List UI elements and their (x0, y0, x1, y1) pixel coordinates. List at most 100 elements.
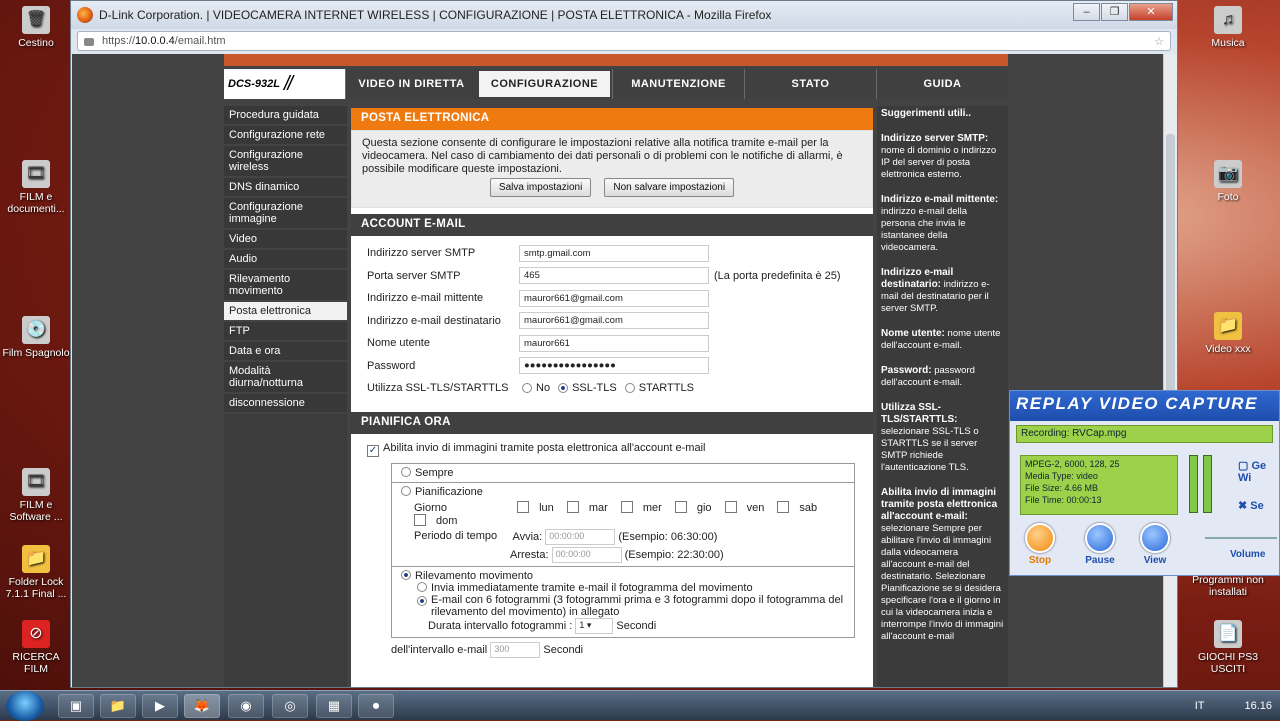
day-sab-checkbox[interactable] (777, 500, 790, 513)
send-immediately-radio[interactable] (417, 581, 427, 592)
email-interval-input[interactable]: 300 (490, 641, 541, 658)
desktop-icon-cestino[interactable]: 🗑 Cestino (0, 6, 72, 49)
taskbar-show-desktop-icon[interactable]: ▣ (58, 694, 94, 718)
recipient-email-label: Indirizzo e-mail destinatario (367, 314, 501, 327)
smtp-port-label: Porta server SMTP (367, 269, 461, 282)
tab-video-in-diretta[interactable]: VIDEO IN DIRETTA (345, 69, 477, 99)
file-icon: 📄 (1214, 620, 1242, 648)
hints-panel: Suggerimenti utili.. Indirizzo server SM… (877, 106, 1008, 687)
bookmark-star-icon[interactable]: ☆ (1154, 35, 1164, 48)
rvc-settings-window[interactable]: ▢ Ge Wi (1238, 459, 1279, 484)
sidebar-item-posta-elettronica[interactable]: Posta elettronica (224, 302, 347, 322)
desktop-icon-musica[interactable]: ♫ Musica (1192, 6, 1264, 49)
ssl-label: Utilizza SSL-TLS/STARTTLS (367, 382, 509, 395)
vertical-scrollbar[interactable] (1163, 54, 1177, 687)
tab-configurazione[interactable]: CONFIGURAZIONE (477, 69, 612, 99)
sender-email-input[interactable]: mauror661@gmail.com (519, 289, 709, 307)
day-ven-checkbox[interactable] (724, 500, 737, 513)
enable-email-label: Abilita invio di immagini tramite posta … (383, 441, 706, 454)
audio-meter-right (1203, 455, 1212, 513)
folder-icon: 📁 (1214, 312, 1242, 340)
sidebar-item-ftp[interactable]: FTP (224, 322, 347, 342)
volume-label: Volume (1230, 549, 1266, 560)
motion-radio[interactable] (401, 569, 411, 580)
intro-text: Questa sezione consente di configurare l… (362, 137, 843, 175)
day-dom-checkbox[interactable] (414, 513, 426, 526)
minimize-button[interactable]: – (1073, 3, 1100, 21)
day-mer-checkbox[interactable] (620, 500, 633, 513)
desktop-icon-programmi[interactable]: Programmi non installati (1180, 574, 1276, 598)
sidebar-item-configurazione-immagine[interactable]: Configurazione immagine (224, 198, 347, 230)
day-gio-checkbox[interactable] (674, 500, 687, 513)
taskbar-firefox-icon[interactable]: 🦊 (184, 694, 220, 718)
sidebar-item-disconnessione[interactable]: disconnessione (224, 394, 347, 414)
stop-time-input[interactable]: 00:00:00 (551, 546, 622, 563)
enable-email-checkbox[interactable]: ✓ (367, 444, 379, 457)
rvc-stop-button[interactable]: Stop (1020, 523, 1060, 566)
day-lun-checkbox[interactable] (517, 500, 530, 513)
taskbar-chrome-icon[interactable]: ◉ (228, 694, 264, 718)
sidebar-item-rilevamento-movimento[interactable]: Rilevamento movimento (224, 270, 347, 302)
navigation-bar: https://10.0.0.4/email.htm ☆ (71, 29, 1177, 53)
desktop-icon-film-documenti[interactable]: 🎞 FILM e documenti... (0, 160, 72, 215)
rvc-pause-button[interactable]: Pause (1080, 523, 1120, 566)
sidebar-item-data-ora[interactable]: Data e ora (224, 342, 347, 362)
sidebar-item-video[interactable]: Video (224, 230, 347, 250)
smtp-port-input[interactable]: 465 (519, 267, 709, 285)
save-settings-button[interactable]: Salva impostazioni (489, 178, 592, 197)
tab-guida[interactable]: GUIDA (876, 69, 1008, 99)
volume-slider[interactable] (1205, 537, 1277, 539)
desktop-icon-folder-lock[interactable]: 📁 Folder Lock 7.1.1 Final ... (0, 545, 72, 600)
clock[interactable]: 16.16 (1244, 700, 1272, 712)
sempre-radio[interactable] (401, 466, 411, 477)
password-input[interactable]: ●●●●●●●●●●●●●●●● (519, 357, 709, 375)
sidebar-item-modalita-diurna-notturna[interactable]: Modalità diurna/notturna (224, 362, 347, 394)
tab-manutenzione[interactable]: MANUTENZIONE (612, 69, 744, 99)
desktop-icon-giochi-ps3[interactable]: 📄 GIOCHI PS3 USCITI (1192, 620, 1264, 675)
day-mar-checkbox[interactable] (566, 500, 579, 513)
taskbar-media-player-icon[interactable]: ▶ (142, 694, 178, 718)
taskbar-explorer-icon[interactable]: 📁 (100, 694, 136, 718)
section-title-posta-elettronica: POSTA ELETTRONICA (351, 108, 873, 130)
brand-strip (224, 54, 1008, 66)
ssl-no-radio[interactable] (522, 383, 532, 394)
rvc-settings[interactable]: ✖ Se (1238, 499, 1264, 512)
product-logo: DCS-932L// (224, 69, 345, 99)
dont-save-settings-button[interactable]: Non salvare impostazioni (604, 178, 735, 197)
desktop-icon-film-software[interactable]: 🎞 FILM e Software ... (0, 468, 72, 523)
sender-email-label: Indirizzo e-mail mittente (367, 292, 484, 305)
desktop-icon-film-spagnolo[interactable]: 💿 Film Spagnolo (0, 316, 72, 359)
taskbar-app-icon[interactable]: ◎ (272, 694, 308, 718)
username-input[interactable]: mauror661 (519, 334, 709, 352)
desktop-icon-video-xxx[interactable]: 📁 Video xxx (1192, 312, 1264, 355)
tab-stato[interactable]: STATO (744, 69, 876, 99)
sidebar-item-audio[interactable]: Audio (224, 250, 347, 270)
sidebar-item-configurazione-wireless[interactable]: Configurazione wireless (224, 146, 347, 178)
ssl-tls-radio[interactable] (558, 383, 569, 394)
starttls-radio[interactable] (624, 383, 635, 394)
window-title: D-Link Corporation. | VIDEOCAMERA INTERN… (99, 8, 772, 22)
close-button[interactable]: ✕ (1129, 3, 1173, 21)
start-time-input[interactable]: 00:00:00 (545, 528, 616, 545)
frame-interval-select[interactable]: 1 ▾ (575, 617, 614, 634)
stop-icon (1025, 523, 1055, 553)
smtp-server-input[interactable]: smtp.gmail.com (519, 244, 709, 262)
sidebar-item-dns-dinamico[interactable]: DNS dinamico (224, 178, 347, 198)
language-indicator[interactable]: IT (1195, 700, 1205, 712)
taskbar-app2-icon[interactable]: ▦ (316, 694, 352, 718)
six-frames-radio[interactable] (417, 595, 427, 606)
sidebar: Procedura guidata Configurazione rete Co… (224, 106, 347, 687)
url-bar[interactable]: https://10.0.0.4/email.htm ☆ (77, 31, 1171, 51)
desktop-icon-foto[interactable]: 📷 Foto (1192, 160, 1264, 203)
sidebar-item-procedura-guidata[interactable]: Procedura guidata (224, 106, 347, 126)
recipient-email-input[interactable]: mauror661@gmail.com (519, 312, 709, 330)
pianificazione-radio[interactable] (401, 485, 411, 496)
desktop-icon-ricerca-film[interactable]: ⊘ RICERCA FILM (0, 620, 72, 675)
sidebar-item-configurazione-rete[interactable]: Configurazione rete (224, 126, 347, 146)
maximize-button[interactable]: ❐ (1101, 3, 1128, 21)
start-button[interactable] (6, 691, 44, 721)
taskbar-replay-icon[interactable]: ⏺ (358, 694, 394, 718)
scrollbar-thumb[interactable] (1166, 134, 1175, 394)
film-icon: 🎞 (22, 468, 50, 496)
rvc-view-button[interactable]: View (1135, 523, 1175, 566)
